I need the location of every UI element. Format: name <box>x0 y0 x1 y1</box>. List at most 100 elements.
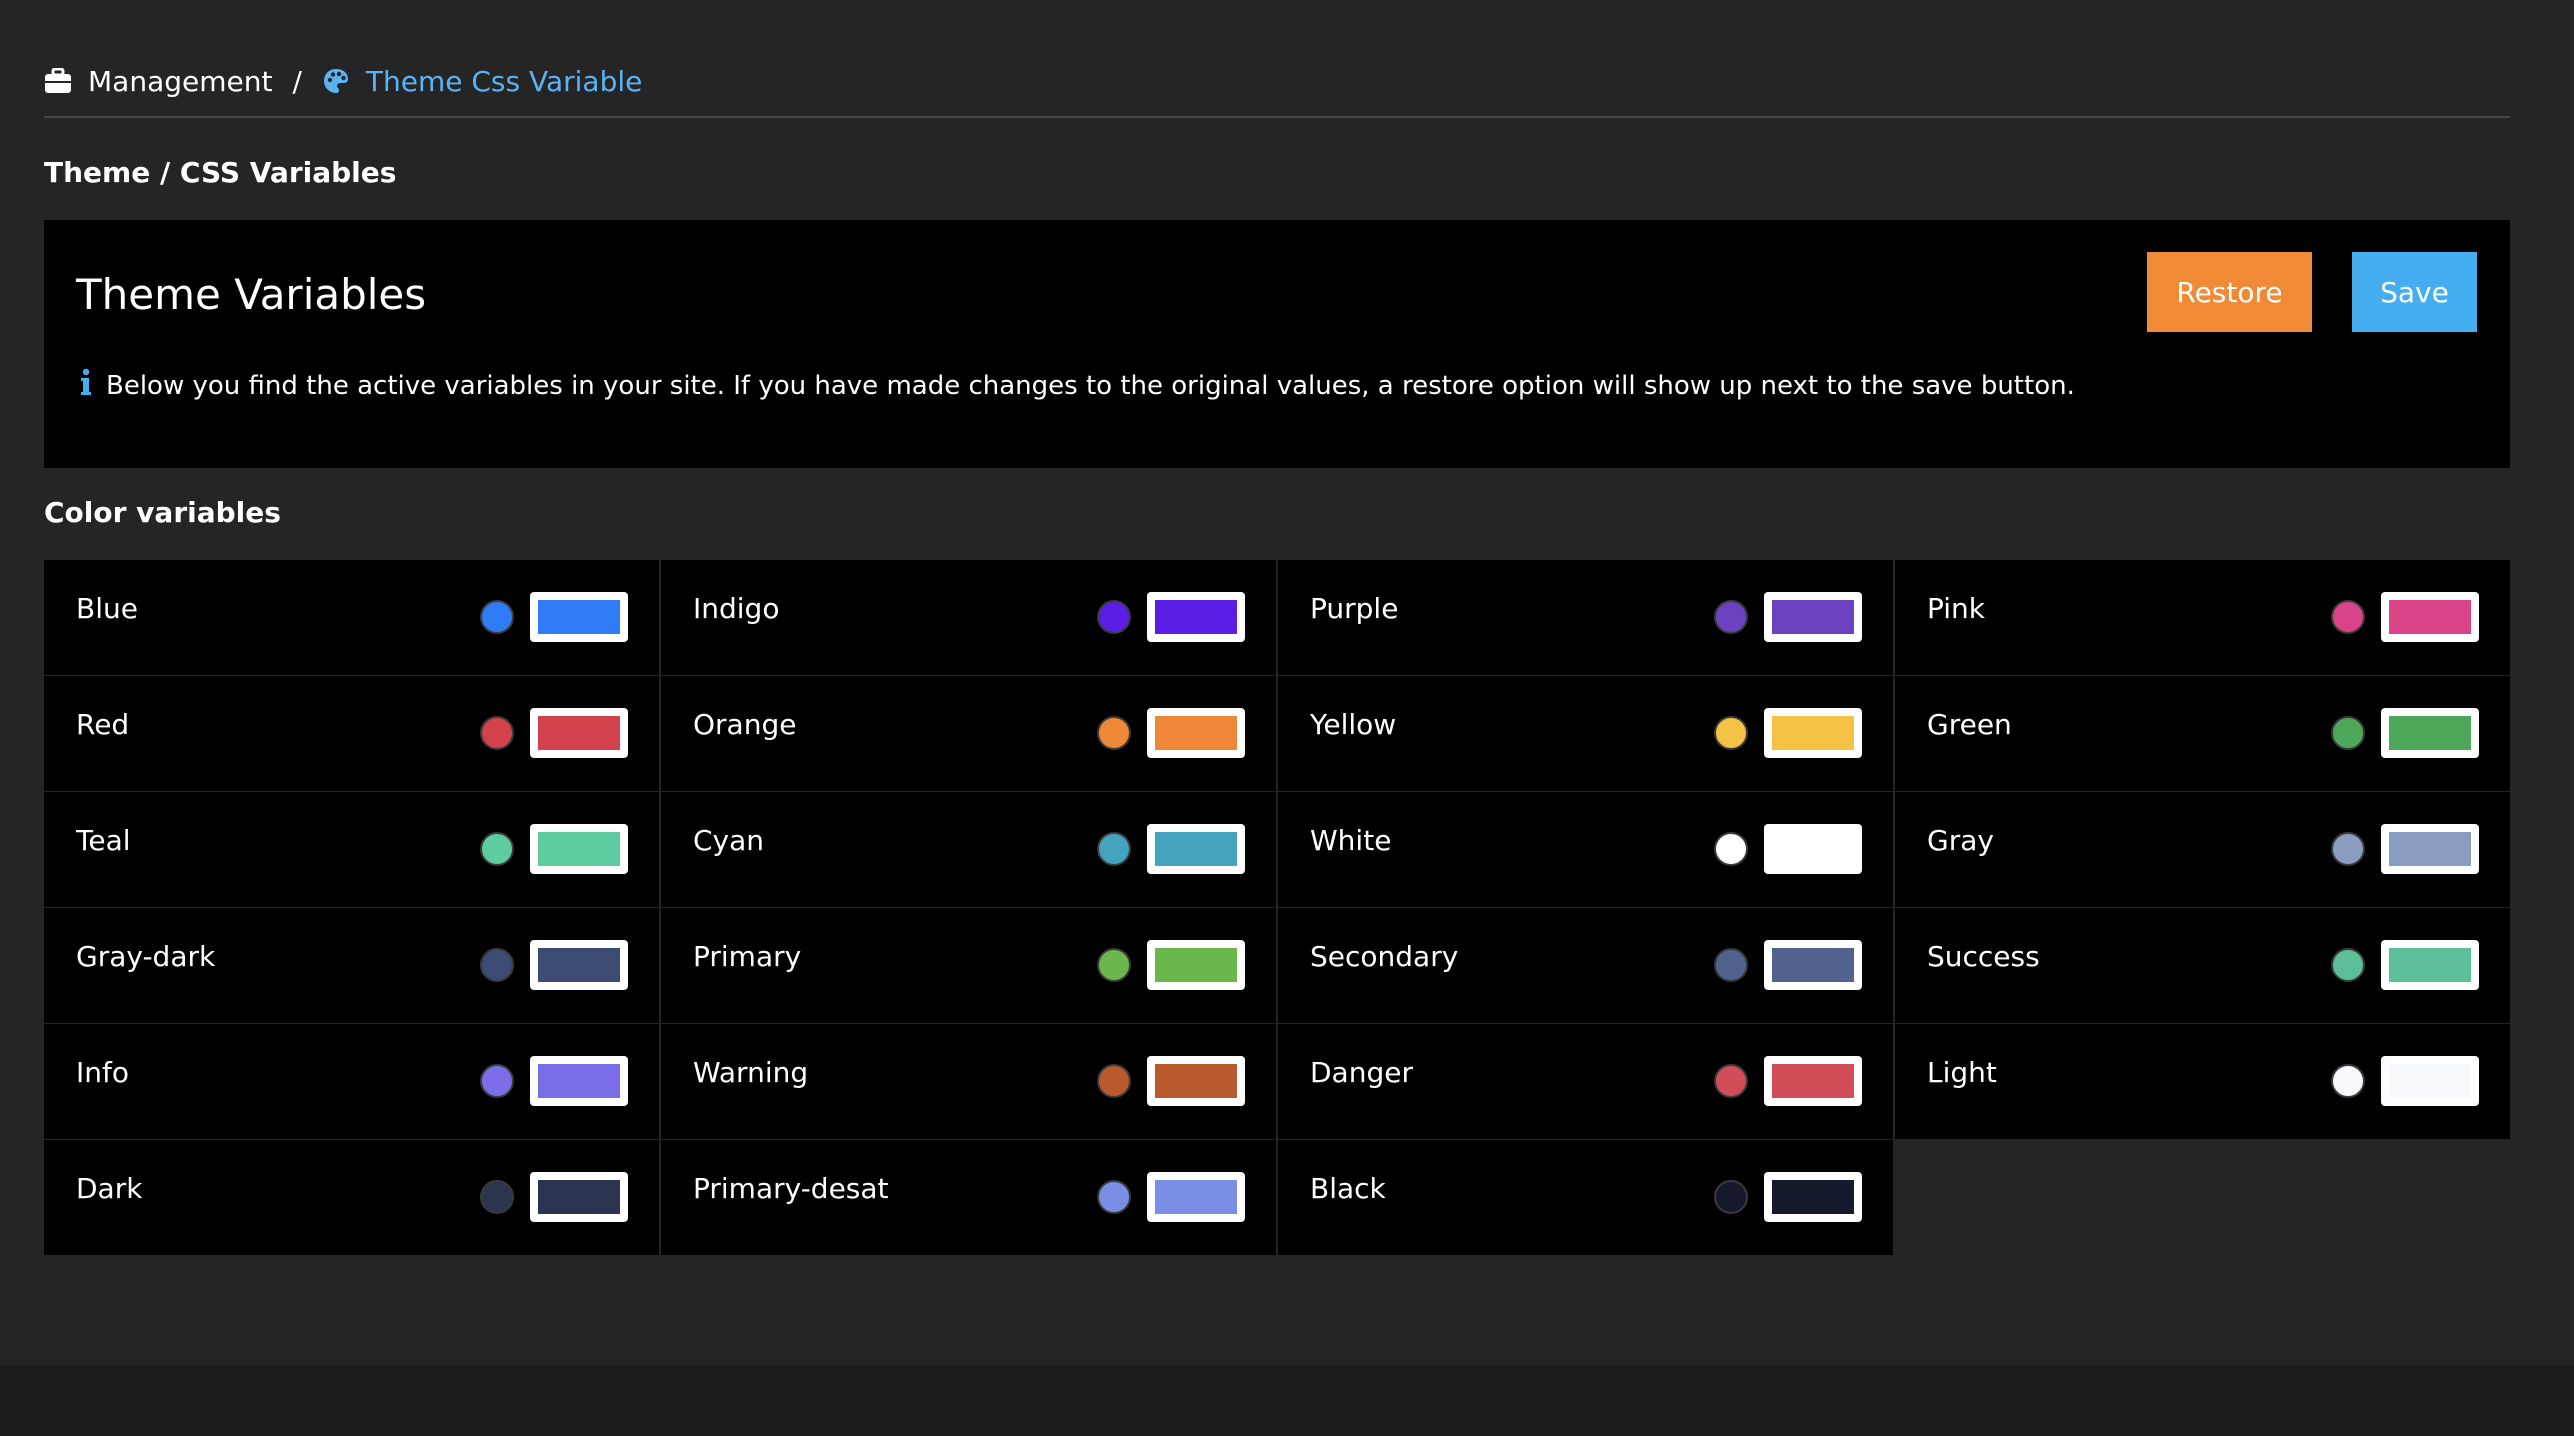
color-variable-warning: Warning <box>661 1024 1276 1139</box>
color-picker-swatch[interactable] <box>1147 708 1245 758</box>
color-variable-teal: Teal <box>44 792 659 907</box>
color-picker-swatch[interactable] <box>2381 940 2479 990</box>
color-picker-swatch[interactable] <box>1147 1056 1245 1106</box>
color-picker-swatch-fill <box>1155 948 1237 982</box>
color-variable-gray-dark: Gray-dark <box>44 908 659 1023</box>
color-variable-label: Gray <box>1927 824 1994 857</box>
color-picker-swatch[interactable] <box>1764 1056 1862 1106</box>
color-variable-label: Danger <box>1310 1056 1413 1089</box>
color-picker-swatch-fill <box>1772 600 1854 634</box>
color-preview-dot <box>1714 832 1748 866</box>
briefcase-icon <box>44 68 72 94</box>
color-picker-swatch[interactable] <box>530 1056 628 1106</box>
color-variable-pink: Pink <box>1895 560 2510 675</box>
page-background: Management / Theme Css Variable Theme / … <box>0 0 2574 1365</box>
color-picker-swatch[interactable] <box>530 708 628 758</box>
color-variable-label: Green <box>1927 708 2012 741</box>
color-preview-dot <box>480 1064 514 1098</box>
color-variable-primary: Primary <box>661 908 1276 1023</box>
theme-variables-card: Theme Variables Restore Save Below you f… <box>44 220 2510 468</box>
color-variable-label: Purple <box>1310 592 1399 625</box>
info-message: Below you find the active variables in y… <box>80 368 2075 403</box>
color-picker-swatch[interactable] <box>1764 1172 1862 1222</box>
color-variable-label: White <box>1310 824 1392 857</box>
breadcrumb-separator: / <box>292 64 302 98</box>
color-variable-success: Success <box>1895 908 2510 1023</box>
color-picker-swatch[interactable] <box>1764 708 1862 758</box>
color-preview-dot <box>1714 1064 1748 1098</box>
color-picker-swatch[interactable] <box>2381 824 2479 874</box>
color-picker-swatch[interactable] <box>1147 592 1245 642</box>
color-picker-swatch-fill <box>2389 716 2471 750</box>
color-picker-swatch[interactable] <box>1764 592 1862 642</box>
color-variable-label: Orange <box>693 708 797 741</box>
color-picker-swatch-fill <box>1772 1064 1854 1098</box>
section-title-colors: Color variables <box>44 496 281 529</box>
breadcrumb-theme-css-variable[interactable]: Theme Css Variable <box>366 65 642 98</box>
color-preview-dot <box>480 600 514 634</box>
color-variable-white: White <box>1278 792 1893 907</box>
color-variable-label: Pink <box>1927 592 1986 625</box>
color-picker-swatch[interactable] <box>530 940 628 990</box>
color-picker-swatch[interactable] <box>1147 824 1245 874</box>
color-variable-cyan: Cyan <box>661 792 1276 907</box>
color-variable-label: Gray-dark <box>76 940 216 973</box>
color-picker-swatch-fill <box>1155 832 1237 866</box>
color-picker-swatch[interactable] <box>530 824 628 874</box>
color-variable-black: Black <box>1278 1140 1893 1255</box>
color-preview-dot <box>1714 716 1748 750</box>
color-picker-swatch[interactable] <box>530 1172 628 1222</box>
color-variable-secondary: Secondary <box>1278 908 1893 1023</box>
color-picker-swatch[interactable] <box>530 592 628 642</box>
color-picker-swatch[interactable] <box>1764 824 1862 874</box>
info-icon <box>80 368 92 403</box>
restore-button[interactable]: Restore <box>2147 252 2312 332</box>
color-picker-swatch-fill <box>1155 1064 1237 1098</box>
color-variable-orange: Orange <box>661 676 1276 791</box>
color-picker-swatch[interactable] <box>1147 940 1245 990</box>
color-picker-swatch[interactable] <box>1764 940 1862 990</box>
color-picker-swatch-fill <box>538 600 620 634</box>
breadcrumb-management[interactable]: Management <box>88 65 272 98</box>
color-variable-purple: Purple <box>1278 560 1893 675</box>
color-variable-info: Info <box>44 1024 659 1139</box>
color-variable-label: Red <box>76 708 130 741</box>
section-title-theme: Theme / CSS Variables <box>44 156 397 189</box>
color-preview-dot <box>2331 716 2365 750</box>
color-variable-label: Light <box>1927 1056 1997 1089</box>
card-title: Theme Variables <box>76 270 427 319</box>
color-picker-swatch-fill <box>1772 1180 1854 1214</box>
color-picker-swatch[interactable] <box>2381 708 2479 758</box>
color-preview-dot <box>480 1180 514 1214</box>
color-variable-label: Blue <box>76 592 138 625</box>
color-picker-swatch-fill <box>538 1180 620 1214</box>
color-preview-dot <box>1097 1180 1131 1214</box>
color-variable-label: Indigo <box>693 592 780 625</box>
color-variable-label: Yellow <box>1310 708 1397 741</box>
color-variable-green: Green <box>1895 676 2510 791</box>
color-picker-swatch-fill <box>538 1064 620 1098</box>
palette-icon <box>322 67 350 95</box>
color-picker-swatch[interactable] <box>2381 592 2479 642</box>
color-picker-swatch-fill <box>2389 832 2471 866</box>
color-variable-label: Cyan <box>693 824 765 857</box>
color-preview-dot <box>1714 948 1748 982</box>
color-preview-dot <box>1714 1180 1748 1214</box>
color-picker-swatch-fill <box>2389 600 2471 634</box>
color-picker-swatch[interactable] <box>2381 1056 2479 1106</box>
color-preview-dot <box>1097 716 1131 750</box>
color-preview-dot <box>480 832 514 866</box>
color-picker-swatch[interactable] <box>1147 1172 1245 1222</box>
color-preview-dot <box>1097 948 1131 982</box>
color-variable-light: Light <box>1895 1024 2510 1139</box>
color-variable-gray: Gray <box>1895 792 2510 907</box>
save-button[interactable]: Save <box>2352 252 2477 332</box>
color-variable-label: Teal <box>76 824 131 857</box>
color-variable-danger: Danger <box>1278 1024 1893 1139</box>
color-variable-label: Primary-desat <box>693 1172 889 1205</box>
color-picker-swatch-fill <box>1772 948 1854 982</box>
color-variable-red: Red <box>44 676 659 791</box>
color-variable-yellow: Yellow <box>1278 676 1893 791</box>
color-picker-swatch-fill <box>538 716 620 750</box>
color-preview-dot <box>1097 1064 1131 1098</box>
